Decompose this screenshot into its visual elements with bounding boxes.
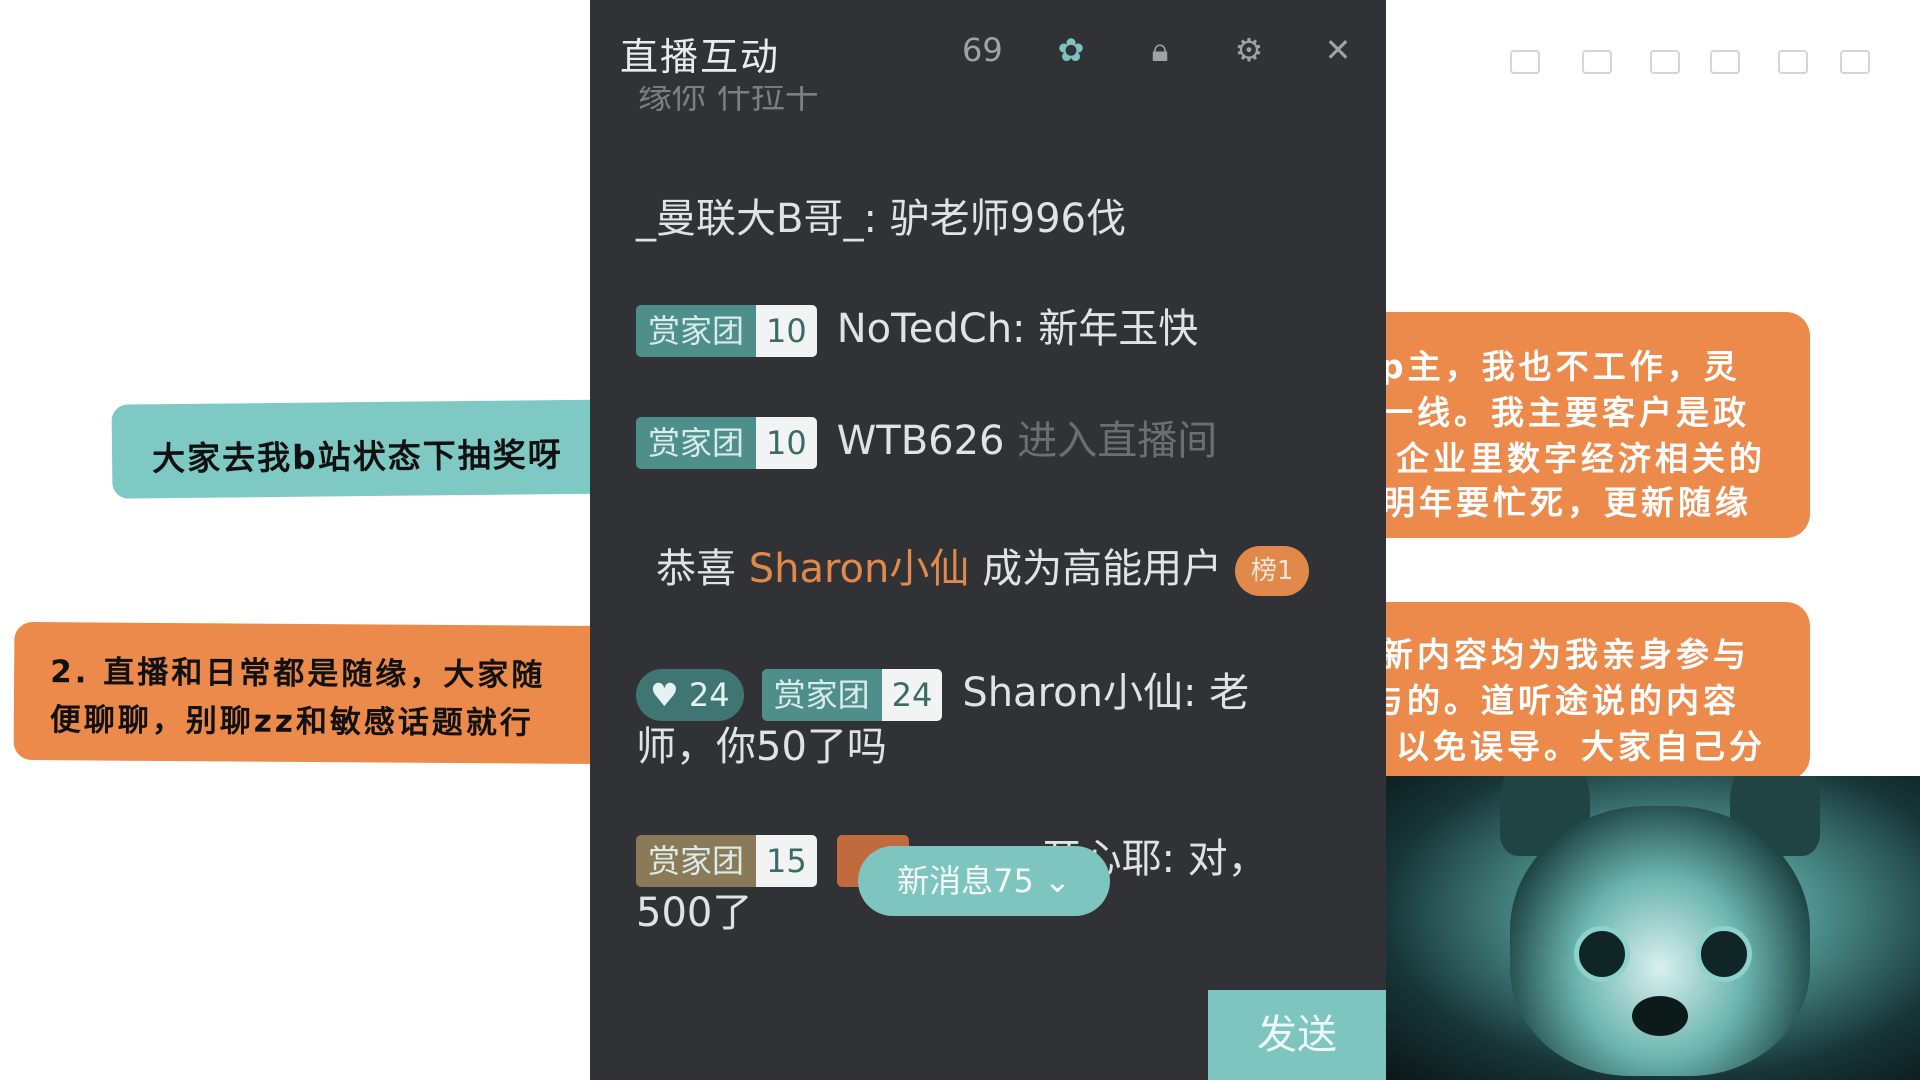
- rules-note: 2. 直播和日常都是随缘，大家随 便聊聊，别聊zz和敏感话题就行: [13, 621, 615, 765]
- intro-note: p主，我也不工作，灵 一线。我主要客户是政 企业里数字经济相关的 明年要忙死，更…: [1360, 312, 1810, 538]
- chat-text-continued: 500了: [636, 890, 753, 936]
- streamer-camera: [1380, 776, 1920, 1080]
- disclaimer-note: 新内容均为我亲身参与 与的。道听途说的内容 以免误导。大家自己分: [1360, 602, 1810, 780]
- chat-message: 赏家团 10 NoTedCh: 新年玉快: [636, 296, 1198, 357]
- intro-note-line: p主，我也不工作，灵: [1380, 347, 1741, 386]
- enter-room-text: 进入直播间: [1017, 418, 1218, 464]
- system-user[interactable]: Sharon小仙: [749, 546, 970, 592]
- system-message: 恭喜 Sharon小仙 成为高能用户 榜1: [656, 536, 1310, 596]
- panel-title: 直播互动: [620, 35, 781, 79]
- new-messages-label: 新消息75: [897, 862, 1034, 900]
- system-prefix: 恭喜: [656, 546, 736, 592]
- background-toolbar: [1510, 42, 1890, 96]
- chat-text: 新年玉快: [1038, 306, 1199, 352]
- live-interaction-panel: 直播互动 69 ✿ 🔒︎ ⚙ ✕ 缘你 什拉干 _曼联大B哥_: 驴老师996伐…: [590, 0, 1386, 1080]
- lottery-note: 大家去我b站状态下抽奖呀: [111, 399, 633, 499]
- lock-icon[interactable]: 🔒︎: [1140, 30, 1180, 70]
- intro-note-line: 一线。我主要客户是政: [1380, 393, 1750, 432]
- fan-medal: 赏家团 10: [636, 417, 817, 469]
- chat-text: 老: [1209, 670, 1250, 716]
- chat-user[interactable]: WTB626: [837, 418, 1005, 464]
- chat-message: ♥ 24 赏家团 24 Sharon小仙: 老: [636, 660, 1249, 721]
- chat-user[interactable]: _曼联大B哥_: [636, 196, 863, 242]
- close-icon[interactable]: ✕: [1318, 30, 1358, 70]
- disclaimer-note-line: 与的。道听途说的内容: [1370, 681, 1740, 720]
- settings-icon[interactable]: ⚙: [1229, 30, 1269, 70]
- disclaimer-note-line: 新内容均为我亲身参与: [1380, 635, 1750, 674]
- rank-badge: 榜1: [1234, 546, 1310, 596]
- disclaimer-note-line: 以免误导。大家自己分: [1396, 727, 1766, 766]
- system-suffix: 成为高能用户: [982, 546, 1223, 592]
- new-messages-button[interactable]: 新消息75 ⌄: [858, 846, 1110, 916]
- send-button[interactable]: 发送: [1208, 990, 1386, 1080]
- count-icon[interactable]: 69: [962, 30, 1003, 70]
- gift-effect-icon[interactable]: ✿: [1051, 30, 1091, 70]
- chat-user[interactable]: Sharon小仙: [962, 670, 1183, 716]
- intro-note-line: 明年要忙死，更新随缘: [1382, 483, 1752, 522]
- chat-message: _曼联大B哥_: 驴老师996伐: [636, 196, 1127, 242]
- fan-medal: 赏家团 10: [636, 305, 817, 357]
- chat-text: 对，: [1187, 836, 1268, 882]
- chevron-down-icon: ⌄: [1044, 862, 1071, 900]
- raccoon-avatar: [1510, 806, 1810, 1076]
- rules-note-line: 2. 直播和日常都是随缘，大家随: [50, 654, 546, 694]
- scrolled-message: 缘你 什拉干: [638, 86, 819, 114]
- chat-text-continued: 师，你50了吗: [636, 724, 887, 770]
- chat-user[interactable]: NoTedCh: [837, 306, 1012, 352]
- lottery-note-text: 大家去我b站状态下抽奖呀: [151, 435, 563, 479]
- chat-message: 赏家团 10 WTB626 进入直播间: [636, 408, 1217, 469]
- intro-note-line: 企业里数字经济相关的: [1396, 439, 1766, 478]
- chat-text: 驴老师996伐: [889, 196, 1127, 242]
- rules-note-line: 便聊聊，别聊zz和敏感话题就行: [49, 702, 535, 742]
